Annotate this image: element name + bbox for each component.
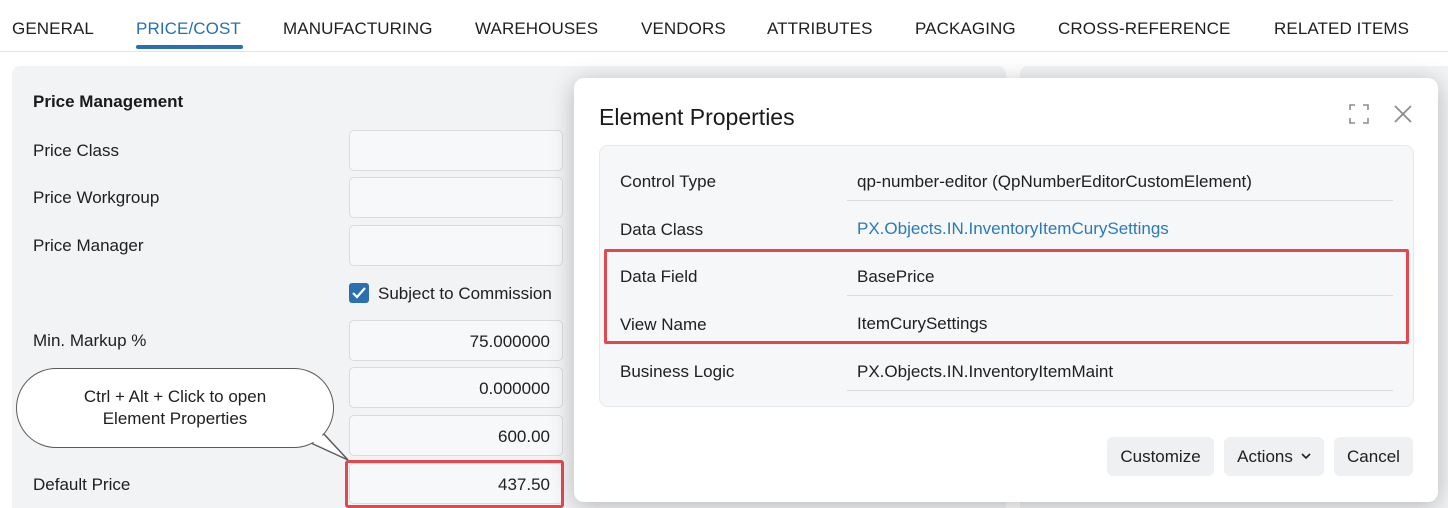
callout-text: Ctrl + Alt + Click to open Element Prope…	[16, 386, 334, 430]
tab-attributes[interactable]: ATTRIBUTES	[767, 19, 873, 39]
msrp-field[interactable]: 600.00	[349, 415, 563, 456]
cancel-button[interactable]: Cancel	[1334, 437, 1413, 476]
business-logic-label: Business Logic	[620, 362, 735, 381]
min-markup-field[interactable]: 75.000000	[349, 320, 563, 361]
subject-to-commission-checkbox[interactable]	[349, 283, 369, 303]
tab-packaging[interactable]: PACKAGING	[915, 19, 1016, 39]
default-price-label: Default Price	[33, 475, 131, 494]
price-workgroup-label: Price Workgroup	[33, 188, 160, 207]
tab-warehouses[interactable]: WAREHOUSES	[475, 19, 598, 39]
element-properties-dialog: Element Properties Control Type qp-numbe…	[574, 78, 1438, 502]
tab-manufacturing[interactable]: MANUFACTURING	[283, 19, 433, 39]
control-type-value: qp-number-editor (QpNumberEditorCustomEl…	[857, 172, 1252, 191]
price-class-field[interactable]	[349, 130, 563, 171]
tab-related-items[interactable]: RELATED ITEMS	[1274, 19, 1409, 39]
active-tab-indicator	[136, 45, 243, 49]
default-price-highlight	[345, 460, 564, 508]
business-logic-value: PX.Objects.IN.InventoryItemMaint	[857, 362, 1114, 381]
checkmark-icon	[352, 287, 366, 299]
customize-button[interactable]: Customize	[1107, 437, 1214, 476]
chevron-down-icon	[1301, 453, 1311, 460]
close-icon[interactable]	[1392, 103, 1414, 125]
callout-line-2: Element Properties	[102, 409, 248, 428]
price-manager-field[interactable]	[349, 225, 563, 266]
tab-vendors[interactable]: VENDORS	[641, 19, 726, 39]
data-class-label: Data Class	[620, 220, 704, 239]
properties-table: Control Type qp-number-editor (QpNumberE…	[599, 145, 1414, 407]
cancel-label: Cancel	[1347, 446, 1400, 466]
row-divider	[847, 200, 1393, 201]
subject-to-commission-label: Subject to Commission	[378, 284, 552, 303]
actions-label: Actions	[1237, 446, 1293, 466]
callout-line-1: Ctrl + Alt + Click to open	[83, 387, 267, 406]
row-divider	[847, 390, 1393, 391]
price-class-label: Price Class	[33, 141, 119, 160]
tab-price-cost[interactable]: PRICE/COST	[136, 19, 241, 39]
control-type-label: Control Type	[620, 172, 717, 191]
maximize-icon[interactable]	[1348, 103, 1370, 125]
markup-field[interactable]: 0.000000	[349, 367, 563, 408]
data-class-link[interactable]: PX.Objects.IN.InventoryItemCurySettings	[857, 219, 1169, 239]
tab-cross-reference[interactable]: CROSS-REFERENCE	[1058, 19, 1230, 39]
min-markup-label: Min. Markup %	[33, 331, 147, 350]
dialog-title: Element Properties	[599, 104, 795, 130]
tab-general[interactable]: GENERAL	[12, 19, 94, 39]
price-workgroup-field[interactable]	[349, 177, 563, 218]
tab-bar: GENERAL PRICE/COST MANUFACTURING WAREHOU…	[0, 0, 1448, 52]
section-title: Price Management	[33, 92, 184, 111]
data-field-highlight	[604, 249, 1409, 344]
customize-label: Customize	[1120, 446, 1201, 466]
price-manager-label: Price Manager	[33, 236, 144, 255]
actions-button[interactable]: Actions	[1224, 437, 1324, 476]
